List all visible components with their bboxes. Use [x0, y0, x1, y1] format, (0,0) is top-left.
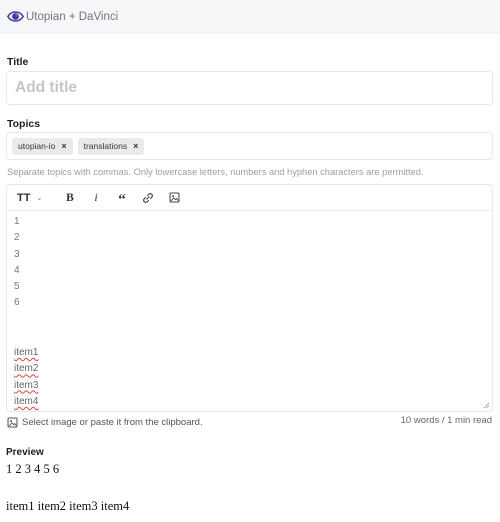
editor-lines: 1 2 3 4 5 6: [14, 214, 20, 312]
word-count: 10 words / 1 min read: [400, 415, 492, 426]
chevron-down-icon: ⌄: [36, 194, 43, 202]
editor-line: item4: [14, 395, 39, 407]
image-icon: [169, 192, 179, 203]
bold-button[interactable]: B: [57, 188, 83, 208]
preview-text: 1 2 3 4 5 6: [6, 462, 60, 476]
editor-line: item2: [14, 363, 39, 375]
editor-item-lines: item1 item2 item3 item4: [14, 345, 38, 410]
editor-line: item1: [14, 347, 39, 358]
attach-image-text: Select image or paste it from the clipbo…: [22, 417, 203, 428]
editor-line: 1: [14, 216, 20, 227]
eye-logo-icon[interactable]: [7, 8, 24, 25]
topic-tag: utopian-io ×: [12, 137, 73, 155]
brand-name[interactable]: Utopian + DaVinci: [26, 11, 118, 23]
topics-hint: Separate topics with commas. Only lowerc…: [7, 167, 424, 177]
image-icon: [7, 417, 18, 428]
heading-icon: TT: [17, 191, 31, 204]
editor-line: 4: [14, 264, 20, 276]
editor-line: 2: [14, 232, 20, 244]
remove-tag-button[interactable]: ×: [61, 141, 66, 151]
remove-tag-button[interactable]: ×: [133, 141, 138, 151]
topic-tag-label: translations: [83, 141, 128, 151]
link-button[interactable]: [135, 188, 161, 208]
topics-input[interactable]: utopian-io × translations ×: [6, 132, 493, 160]
preview-label: Preview: [6, 447, 44, 458]
editor-line: 6: [14, 297, 20, 309]
topics-label: Topics: [7, 118, 41, 130]
image-button[interactable]: [161, 188, 187, 208]
quote-button[interactable]: “: [109, 188, 135, 208]
italic-button[interactable]: i: [83, 188, 109, 208]
editor-line: 3: [14, 248, 20, 260]
editor-toolbar: TT ⌄ B i “: [7, 185, 492, 211]
topic-tag-label: utopian-io: [18, 141, 56, 151]
resize-handle-icon[interactable]: [483, 402, 490, 409]
markdown-editor[interactable]: TT ⌄ B i “ 1 2 3 4 5 6 item1 item2 item3…: [6, 184, 493, 412]
topic-tag: translations ×: [77, 137, 145, 155]
editor-line: item3: [14, 379, 39, 391]
app-header: Utopian + DaVinci: [0, 0, 500, 34]
preview-text: item1 item2 item3 item4: [6, 499, 130, 513]
heading-button[interactable]: TT ⌄: [15, 188, 49, 208]
title-input[interactable]: [6, 71, 493, 105]
attach-image-link[interactable]: Select image or paste it from the clipbo…: [7, 417, 203, 428]
editor-line: 5: [14, 281, 20, 293]
title-label: Title: [7, 56, 29, 68]
link-icon: [143, 192, 153, 203]
